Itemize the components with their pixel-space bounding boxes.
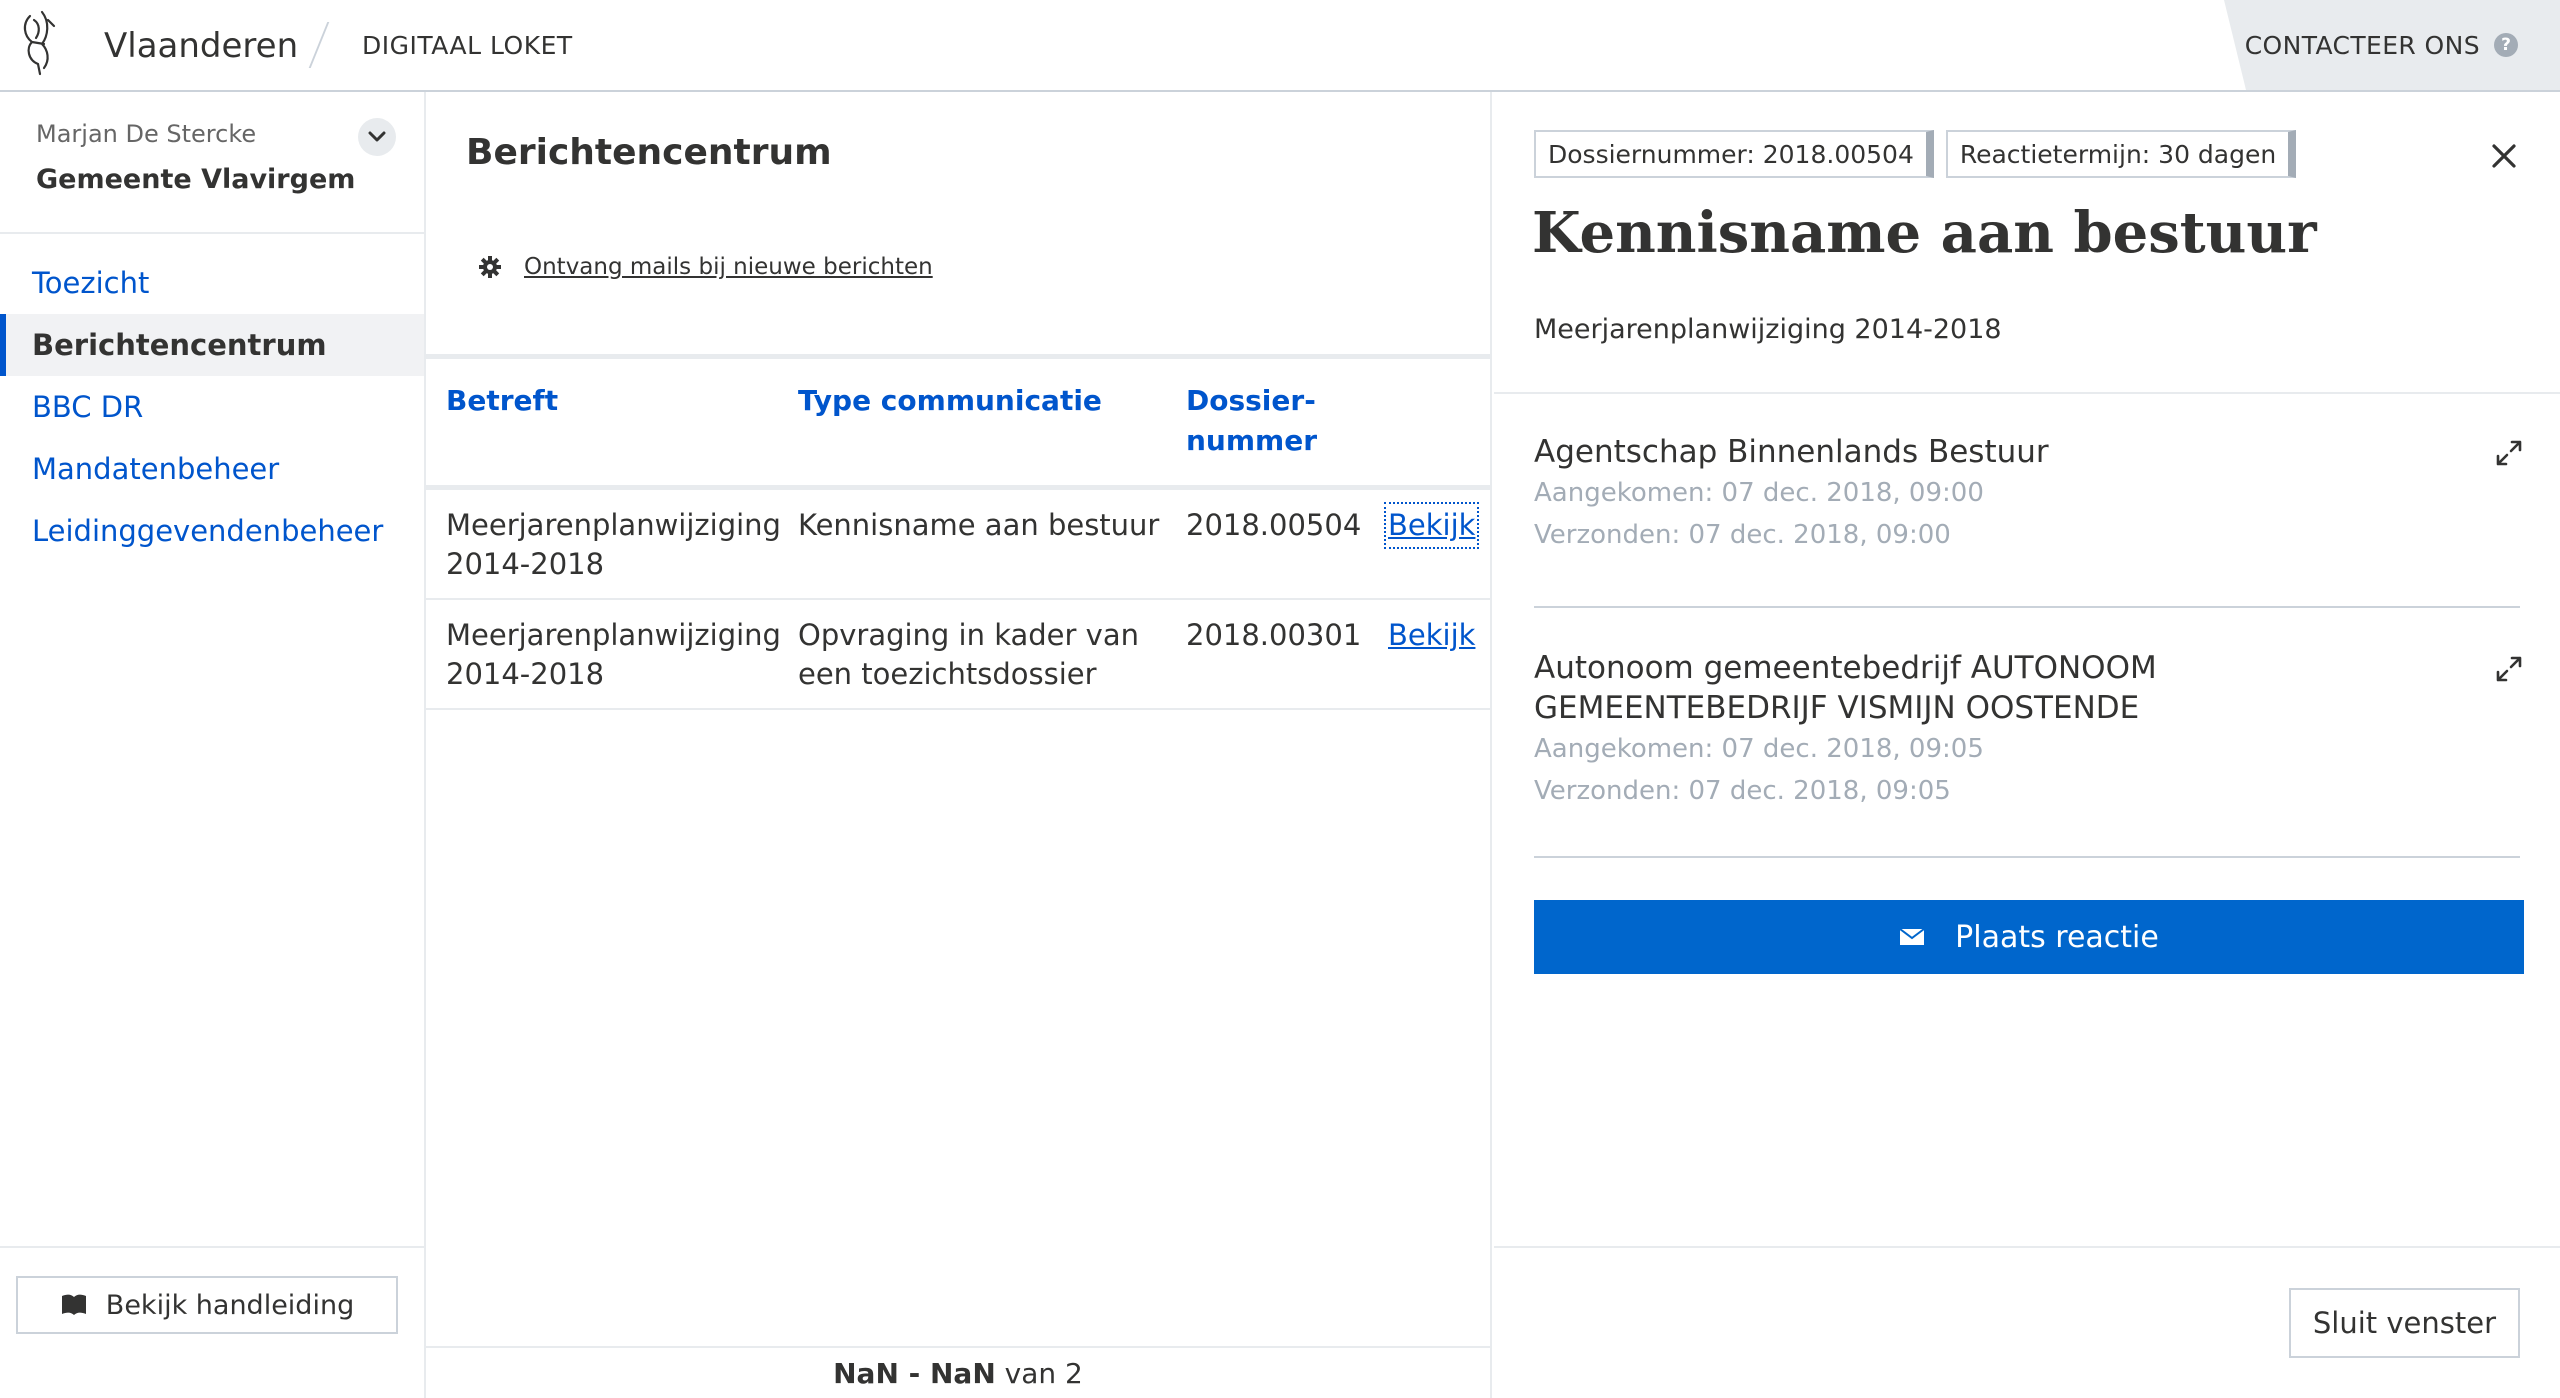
column-header-dossier[interactable]: Dossier- nummer [1186, 381, 1317, 461]
cell-dossier: 2018.00504 [1186, 508, 1362, 542]
pagination-total: 2 [1065, 1356, 1083, 1390]
divider [1534, 606, 2520, 608]
messages-panel: Berichtencentrum Ontvang mails bij nieuw… [426, 92, 1492, 1398]
mail-settings-label: Ontvang mails bij nieuwe berichten [524, 254, 933, 280]
envelope-icon [1899, 928, 1925, 945]
sidebar-item-bbc-dr[interactable]: BBC DR [0, 376, 424, 438]
gear-icon [479, 256, 501, 278]
message-item: Autonoom gemeentebedrijf AUTONOOM GEMEEN… [1534, 648, 2524, 812]
user-organization: Gemeente Vlavirgem [36, 164, 356, 195]
user-box: Marjan De Stercke Gemeente Vlavirgem [0, 92, 424, 234]
view-link[interactable]: Bekijk [1383, 502, 1480, 549]
place-reaction-label: Plaats reactie [1955, 919, 2159, 955]
cell-type-line1: Opvraging in kader van [798, 618, 1139, 652]
help-icon: ? [2494, 33, 2518, 57]
cell-subject-line2: 2014-2018 [446, 547, 605, 581]
top-header: Vlaanderen DIGITAAL LOKET CONTACTEER ONS… [0, 0, 2560, 92]
message-sender-line1: Autonoom gemeentebedrijf AUTONOOM [1534, 650, 2157, 686]
pagination-range: NaN - NaN [833, 1356, 996, 1390]
detail-title: Kennisname aan bestuur [1532, 200, 2317, 266]
message-received: Aangekomen: 07 dec. 2018, 09:00 [1534, 478, 1984, 508]
panel-title: Berichtencentrum [466, 132, 832, 173]
detail-subtitle: Meerjarenplanwijziging 2014-2018 [1534, 314, 2002, 345]
close-window-button[interactable]: Sluit venster [2288, 1288, 2520, 1358]
sidebar-item-berichtencentrum[interactable]: Berichtencentrum [0, 314, 424, 376]
chevron-down-icon [368, 131, 386, 142]
message-item: Agentschap Binnenlands Bestuur Aangekome… [1534, 432, 2524, 556]
message-sent: Verzonden: 07 dec. 2018, 09:05 [1534, 776, 1951, 806]
expand-icon[interactable] [2494, 654, 2524, 684]
message-sender: Agentschap Binnenlands Bestuur [1534, 434, 2049, 470]
cell-type-line2: een toezichtsdossier [798, 657, 1097, 691]
column-header-subject[interactable]: Betreft [446, 381, 558, 421]
flemish-lion-logo[interactable] [18, 2, 60, 80]
cell-subject: Meerjarenplanwijziging 2014-2018 [446, 616, 781, 694]
contact-button[interactable]: CONTACTEER ONS ? [2224, 0, 2560, 90]
divider [1494, 392, 2560, 394]
cell-type: Kennisname aan bestuur [798, 508, 1160, 542]
messages-table: Betreft Type communicatie Dossier- numme… [426, 354, 1490, 710]
manual-button-label: Bekijk handleiding [105, 1289, 355, 1321]
message-received: Aangekomen: 07 dec. 2018, 09:05 [1534, 734, 1984, 764]
message-sender-line2: GEMEENTEBEDRIJF VISMIJN OOSTENDE [1534, 690, 2140, 726]
dossier-number-tag: Dossiernummer: 2018.00504 [1534, 130, 1934, 178]
expand-icon[interactable] [2494, 438, 2524, 468]
close-icon[interactable] [2486, 138, 2522, 174]
column-header-dossier-line2: nummer [1186, 424, 1318, 457]
table-header: Betreft Type communicatie Dossier- numme… [426, 354, 1490, 490]
divider [1534, 856, 2520, 858]
brand-name[interactable]: Vlaanderen [104, 26, 298, 66]
view-link[interactable]: Bekijk [1388, 616, 1475, 655]
cell-subject: Meerjarenplanwijziging 2014-2018 [446, 506, 781, 584]
cell-subject-line2: 2014-2018 [446, 657, 605, 691]
product-name[interactable]: DIGITAAL LOKET [362, 31, 573, 60]
sidebar-item-toezicht[interactable]: Toezicht [0, 252, 424, 314]
table-row: Meerjarenplanwijziging 2014-2018 Opvragi… [426, 600, 1490, 710]
sidebar-footer: Bekijk handleiding [0, 1246, 424, 1398]
header-divider [308, 22, 330, 68]
pagination: NaN - NaN van 2 [426, 1346, 1490, 1398]
contact-label: CONTACTEER ONS [2244, 30, 2480, 60]
manual-button[interactable]: Bekijk handleiding [16, 1276, 398, 1334]
place-reaction-button[interactable]: Plaats reactie [1534, 900, 2524, 974]
pagination-of: van [1004, 1356, 1057, 1390]
sidebar-item-mandatenbeheer[interactable]: Mandatenbeheer [0, 438, 424, 500]
cell-type: Opvraging in kader van een toezichtsdoss… [798, 616, 1139, 694]
sidebar-item-leidinggevendenbeheer[interactable]: Leidinggevendenbeheer [0, 500, 424, 562]
user-name: Marjan De Stercke [36, 120, 257, 148]
reaction-term-tag: Reactietermijn: 30 dagen [1945, 130, 2297, 178]
book-icon [61, 1294, 86, 1315]
column-header-type[interactable]: Type communicatie [798, 381, 1102, 421]
sidebar-nav: Toezicht Berichtencentrum BBC DR Mandate… [0, 252, 424, 562]
detail-footer: Sluit venster [1494, 1246, 2560, 1398]
dossier-tags: Dossiernummer: 2018.00504 Reactietermijn… [1534, 130, 2297, 178]
user-menu-toggle[interactable] [358, 118, 396, 156]
cell-subject-line1: Meerjarenplanwijziging [446, 618, 781, 652]
sidebar: Marjan De Stercke Gemeente Vlavirgem Toe… [0, 92, 426, 1398]
message-sent: Verzonden: 07 dec. 2018, 09:00 [1534, 520, 1951, 550]
cell-dossier: 2018.00301 [1186, 618, 1362, 652]
detail-panel: Dossiernummer: 2018.00504 Reactietermijn… [1494, 92, 2560, 1398]
table-row: Meerjarenplanwijziging 2014-2018 Kennisn… [426, 490, 1490, 600]
cell-subject-line1: Meerjarenplanwijziging [446, 508, 781, 542]
column-header-dossier-line1: Dossier- [1186, 384, 1316, 417]
mail-settings-link[interactable]: Ontvang mails bij nieuwe berichten [478, 254, 933, 280]
